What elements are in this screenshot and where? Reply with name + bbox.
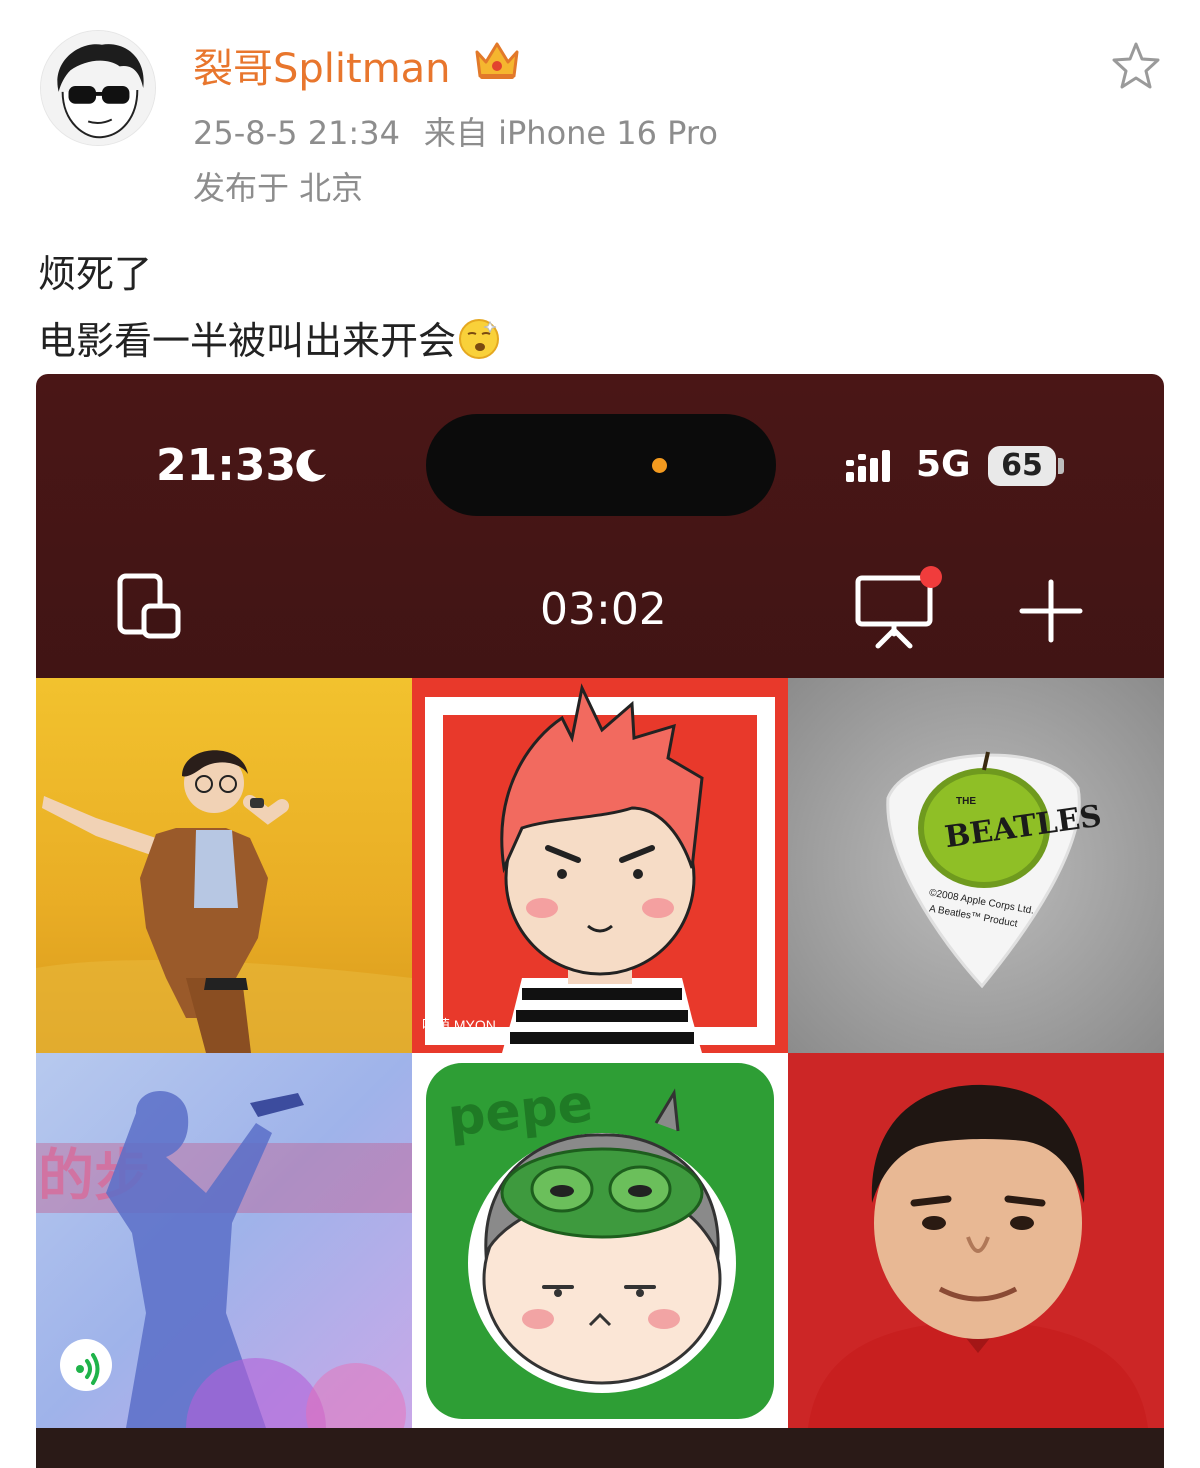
- animated-singer-avatar: [36, 678, 412, 1053]
- status-time: 21:33: [156, 440, 297, 491]
- meeting-screenshot: 21:33 5G 65 03:02 喵萌 MYON BEATLES THE ©2…: [36, 374, 1164, 1468]
- meeting-bottom-bar: [36, 1428, 1164, 1468]
- cartoon-sunglasses-face: [41, 31, 155, 145]
- username[interactable]: 裂哥Splitman: [193, 36, 451, 94]
- participant-grid: 喵萌 MYON BEATLES THE ©2008 Apple Corps Lt…: [36, 678, 1164, 1428]
- beatles-small-text: THE: [956, 796, 976, 807]
- battery-level: 65: [988, 446, 1056, 486]
- add-icon[interactable]: [1018, 578, 1084, 644]
- author-avatar[interactable]: [40, 30, 156, 146]
- participant-tile-6[interactable]: [788, 1053, 1164, 1428]
- favorite-star-icon[interactable]: [1108, 38, 1164, 94]
- signal-icon: [844, 444, 902, 486]
- yawn-emoji-icon: [458, 318, 500, 360]
- post-text-line1: 烦死了: [38, 252, 153, 296]
- pepe-cartoon-avatar: pepe: [412, 1053, 788, 1428]
- post-date: 25-8-5 21:34: [193, 114, 400, 152]
- meeting-timer: 03:02: [540, 584, 667, 635]
- post-source: 来自 iPhone 16 Pro: [423, 114, 718, 152]
- tile-watermark: 喵萌 MYON: [422, 1017, 496, 1033]
- post-meta: 25-8-5 21:34 来自 iPhone 16 Pro: [193, 108, 718, 154]
- mic-indicator-dot: [652, 458, 667, 473]
- moon-icon: [290, 446, 330, 486]
- red-haired-cartoon-avatar: 喵萌 MYON: [412, 678, 788, 1053]
- participant-tile-5[interactable]: pepe: [412, 1053, 788, 1428]
- speaking-icon: [60, 1339, 112, 1391]
- crown-badge-icon: [472, 38, 522, 82]
- post-text-line2-content: 电影看一半被叫出来开会: [38, 319, 457, 363]
- post-text-line2: 电影看一半被叫出来开会: [38, 310, 500, 365]
- participant-tile-3[interactable]: BEATLES THE ©2008 Apple Corps Ltd. A Bea…: [788, 678, 1164, 1053]
- post-location: 发布于 北京: [193, 169, 364, 207]
- dynamic-island: [426, 414, 776, 516]
- portrait-man-red: [788, 1053, 1164, 1428]
- beatles-guitar-pick: BEATLES THE ©2008 Apple Corps Ltd. A Bea…: [788, 678, 1164, 1053]
- participant-tile-1[interactable]: [36, 678, 412, 1053]
- participant-tile-4[interactable]: 的步: [36, 1053, 412, 1428]
- screen-switch-icon[interactable]: [114, 572, 184, 642]
- battery-tip: [1058, 458, 1064, 474]
- network-type: 5G: [916, 444, 971, 485]
- participant-tile-2[interactable]: 喵萌 MYON: [412, 678, 788, 1053]
- notification-dot: [920, 566, 942, 588]
